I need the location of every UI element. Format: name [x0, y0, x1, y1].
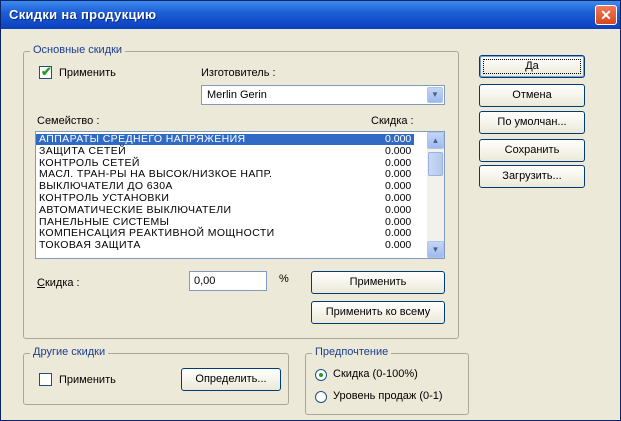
family-name: КОНТРОЛЬ УСТАНОВКИ — [39, 192, 170, 204]
load-label: Загрузить... — [502, 170, 562, 182]
preference-radio-discount[interactable] — [315, 369, 327, 381]
family-row[interactable]: КОНТРОЛЬ УСТАНОВКИ 0.000 — [36, 192, 414, 204]
family-discount: 0.000 — [385, 168, 412, 181]
family-name: МАСЛ. ТРАН-РЫ НА ВЫСОК/НИЗКОЕ НАПР. — [39, 168, 273, 181]
preference-option-discount: Скидка (0-100%) — [333, 368, 418, 380]
scroll-thumb[interactable] — [428, 152, 443, 176]
radio-dot-icon — [319, 373, 323, 377]
family-name: АППАРАТЫ СРЕДНЕГО НАПРЯЖЕНИЯ — [39, 133, 246, 145]
cancel-button[interactable]: Отмена — [479, 84, 585, 107]
discount-input[interactable]: 0,00 — [189, 271, 267, 291]
family-discount: 0.000 — [385, 156, 412, 169]
percent-unit: % — [279, 273, 289, 285]
load-button[interactable]: Загрузить... — [479, 165, 585, 188]
discount-header: Скидка : — [371, 115, 414, 127]
dialog-window: Скидки на продукцию ✕ Основные скидки ✔ … — [0, 0, 621, 421]
apply-discount-label: Применить — [349, 276, 407, 288]
default-label: По умолчан... — [497, 116, 567, 128]
family-discount: 0.000 — [385, 133, 412, 145]
main-apply-checkbox[interactable]: ✔ — [39, 64, 52, 79]
family-discount: 0.000 — [385, 144, 412, 157]
discount-edit-label: Скидка : — [37, 277, 80, 289]
other-apply-checkbox[interactable] — [39, 373, 52, 386]
family-discount: 0.000 — [385, 239, 412, 252]
family-row[interactable]: ТОКОВАЯ ЗАЩИТА 0.000 — [36, 239, 414, 252]
other-discounts-legend: Другие скидки — [30, 346, 109, 358]
close-button[interactable]: ✕ — [595, 5, 617, 25]
preference-legend: Предпочтение — [312, 346, 392, 358]
yes-label: Да — [525, 60, 539, 72]
check-icon: ✔ — [41, 64, 52, 79]
manufacturer-label: Изготовитель : — [201, 67, 276, 79]
family-row[interactable]: КОМПЕНСАЦИЯ РЕАКТИВНОЙ МОЩНОСТИ 0.000 — [36, 228, 414, 239]
family-header: Семейство : — [37, 115, 100, 127]
family-discount: 0.000 — [385, 215, 412, 228]
family-name: ЗАЩИТА СЕТЕЙ — [39, 144, 127, 157]
window-title: Скидки на продукцию — [9, 7, 157, 22]
manufacturer-select[interactable]: Merlin Gerin ▼ — [201, 85, 445, 105]
family-discount: 0.000 — [385, 180, 412, 193]
family-name: ТОКОВАЯ ЗАЩИТА — [39, 239, 141, 252]
save-label: Сохранить — [504, 144, 560, 156]
main-discounts-legend: Основные скидки — [30, 44, 126, 56]
cancel-label: Отмена — [512, 89, 552, 101]
chevron-up-icon[interactable]: ▲ — [427, 132, 444, 149]
family-listbox[interactable]: АППАРАТЫ СРЕДНЕГО НАПРЯЖЕНИЯ 0.000 ЗАЩИТА … — [35, 131, 445, 259]
family-row[interactable]: ЗАЩИТА СЕТЕЙ 0.000 — [36, 144, 414, 157]
preference-radio-sales-level[interactable] — [315, 391, 327, 403]
define-button[interactable]: Определить... — [181, 368, 281, 391]
default-button[interactable]: По умолчан... — [479, 111, 585, 134]
family-discount: 0.000 — [385, 203, 412, 216]
family-name: АВТОМАТИЧЕСКИЕ ВЫКЛЮЧАТЕЛИ — [39, 203, 232, 216]
save-button[interactable]: Сохранить — [479, 139, 585, 162]
preference-group: Предпочтение — [305, 346, 469, 415]
discount-edit-label-rest: кидка : — [44, 277, 80, 289]
title-bar[interactable]: Скидки на продукцию ✕ — [1, 1, 620, 29]
family-discount: 0.000 — [385, 227, 412, 240]
chevron-down-icon[interactable]: ▼ — [427, 87, 443, 103]
apply-all-label: Применить ко всему — [325, 306, 431, 318]
chevron-down-icon[interactable]: ▼ — [427, 241, 444, 258]
yes-button[interactable]: Да — [479, 55, 585, 78]
close-icon: ✕ — [600, 7, 612, 23]
family-discount: 0.000 — [385, 192, 412, 204]
preference-option-sales-level: Уровень продаж (0-1) — [333, 390, 443, 402]
family-name: ВЫКЛЮЧАТЕЛИ ДО 630А — [39, 180, 173, 193]
family-row[interactable]: АВТОМАТИЧЕСКИЕ ВЫКЛЮЧАТЕЛИ 0.000 — [36, 203, 414, 216]
family-name: КОНТРОЛЬ СЕТЕЙ — [39, 156, 140, 169]
define-label: Определить... — [195, 373, 267, 385]
family-name: КОМПЕНСАЦИЯ РЕАКТИВНОЙ МОЩНОСТИ — [39, 227, 275, 240]
family-row[interactable]: КОНТРОЛЬ СЕТЕЙ 0.000 — [36, 156, 414, 169]
family-scrollbar[interactable]: ▲ ▼ — [427, 132, 444, 258]
apply-discount-button[interactable]: Применить — [311, 271, 445, 294]
family-row[interactable]: АППАРАТЫ СРЕДНЕГО НАПРЯЖЕНИЯ 0.000 — [36, 133, 414, 146]
discount-input-value: 0,00 — [194, 275, 216, 287]
other-apply-label: Применить — [59, 374, 116, 386]
manufacturer-value: Merlin Gerin — [207, 89, 267, 101]
family-row[interactable]: ВЫКЛЮЧАТЕЛИ ДО 630А 0.000 — [36, 180, 414, 193]
apply-all-button[interactable]: Применить ко всему — [311, 301, 445, 324]
family-row[interactable]: МАСЛ. ТРАН-РЫ НА ВЫСОК/НИЗКОЕ НАПР. 0.000 — [36, 169, 414, 180]
main-apply-label: Применить — [59, 67, 116, 79]
